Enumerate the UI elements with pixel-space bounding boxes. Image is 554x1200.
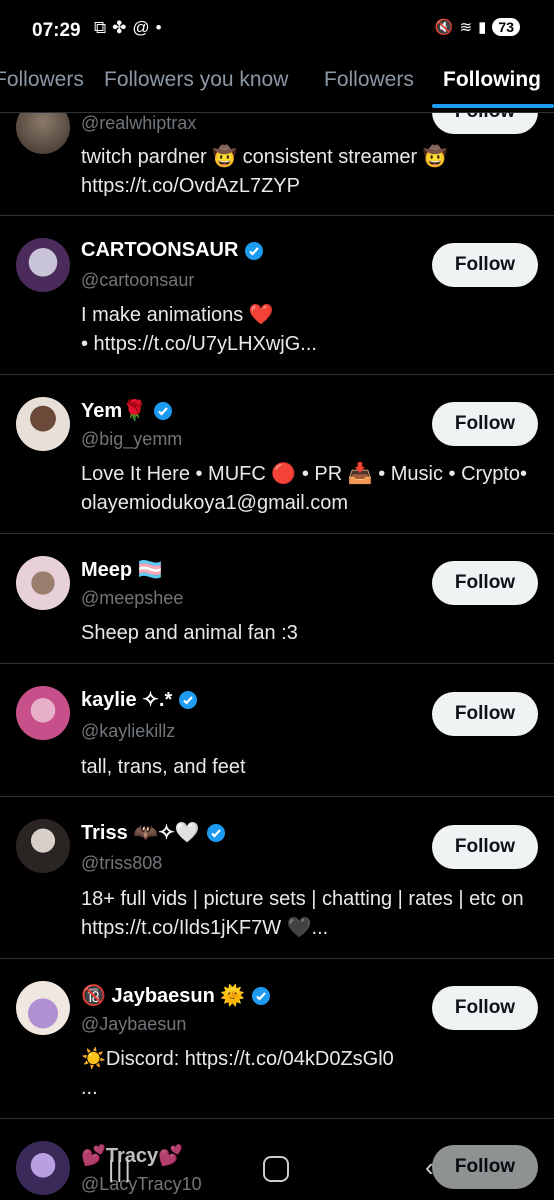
wifi-icon: ≋ (459, 19, 473, 36)
verified-badge-icon (179, 690, 198, 709)
system-icons: 🔇 ≋ ▮ 73 (435, 18, 520, 36)
user-bio-link[interactable]: • https://t.co/U7yLHXwjG... (81, 330, 541, 359)
user-row[interactable]: Yem🌹 @big_yemm Love It Here • MUFC 🔴 • P… (0, 375, 554, 534)
threads-icon: @ (132, 18, 150, 37)
battery-indicator: 73 (492, 18, 520, 36)
user-row[interactable]: Triss 🦇✧🤍 @triss808 18+ full vids | pict… (0, 797, 554, 959)
user-bio-link[interactable]: ☀️Discord: https://t.co/04kD0ZsGl0 (81, 1045, 541, 1074)
notification-icons: ⧉ ✤ @ • (94, 18, 162, 38)
dot-icon: • (155, 18, 162, 37)
user-name[interactable]: CARTOONSAUR (81, 239, 264, 262)
user-row[interactable]: CARTOONSAUR @cartoonsaur I make animatio… (0, 216, 554, 375)
tab-followers-you-know[interactable]: Followers you know (104, 68, 288, 92)
verified-badge-icon (154, 401, 173, 420)
tab-following[interactable]: Following (443, 68, 541, 92)
screenshot-icon: ⧉ (94, 18, 107, 37)
follow-button[interactable]: Follow (432, 692, 538, 736)
verified-badge-icon (206, 823, 225, 842)
user-bio: 18+ full vids | picture sets | chatting … (81, 888, 524, 939)
user-handle: @kayliekillz (81, 721, 176, 741)
verified-badge-icon (245, 241, 264, 260)
home-icon[interactable] (263, 1156, 289, 1182)
user-bio-ellipsis: ... (81, 1077, 98, 1099)
signal-icon: ▮ (478, 19, 487, 36)
user-name-text: CARTOONSAUR (81, 239, 239, 261)
back-icon[interactable]: ‹ (425, 1152, 434, 1183)
user-row[interactable]: 🔞 Jaybaesun 🌞 @Jaybaesun ☀️Discord: http… (0, 959, 554, 1119)
avatar[interactable] (16, 556, 70, 610)
user-name-text: 🔞 Jaybaesun 🌞 (81, 985, 246, 1007)
user-name-text: kaylie ✧.* (81, 689, 173, 711)
tab-followers[interactable]: Followers (324, 68, 414, 92)
user-name-text: Triss 🦇✧🤍 (81, 822, 200, 844)
avatar[interactable] (16, 981, 70, 1035)
avatar[interactable] (16, 238, 70, 292)
avatar[interactable] (16, 397, 70, 451)
status-bar: 07:29 ⧉ ✤ @ • 🔇 ≋ ▮ 73 (0, 0, 554, 60)
user-row[interactable]: Meep 🏳️‍⚧️ @meepshee Sheep and animal fa… (0, 534, 554, 664)
follow-button[interactable]: Follow (432, 986, 538, 1030)
user-name[interactable]: Meep 🏳️‍⚧️ (81, 557, 163, 582)
user-handle: @realwhiptrax (81, 113, 197, 133)
user-handle: @triss808 (81, 853, 163, 873)
avatar[interactable] (16, 686, 70, 740)
follow-button[interactable]: Follow (432, 825, 538, 869)
recent-apps-icon[interactable]: ||| (108, 1156, 133, 1184)
user-handle: @meepshee (81, 588, 184, 608)
tab-bar: Followers Followers you know Followers F… (0, 60, 554, 113)
user-bio: Sheep and animal fan :3 (81, 622, 298, 644)
user-bio: I make animations ❤️ • https://t.co/U7yL… (81, 301, 541, 359)
active-tab-indicator (432, 104, 554, 108)
user-name[interactable]: kaylie ✧.* (81, 687, 198, 712)
user-bio: ☀️Discord: https://t.co/04kD0ZsGl0 ... (81, 1045, 541, 1103)
user-name[interactable]: Yem🌹 (81, 398, 173, 423)
follow-button[interactable]: Follow (432, 243, 538, 287)
pinwheel-icon: ✤ (112, 18, 127, 37)
user-bio: Love It Here • MUFC 🔴 • PR 📥 • Music • C… (81, 463, 528, 514)
user-name[interactable]: Triss 🦇✧🤍 (81, 820, 226, 845)
user-bio-line: I make animations ❤️ (81, 304, 274, 326)
avatar[interactable] (16, 819, 70, 873)
user-name-text: Yem🌹 (81, 400, 148, 422)
user-bio: tall, trans, and feet (81, 756, 246, 778)
user-handle: @big_yemm (81, 429, 183, 449)
user-name[interactable]: 🔞 Jaybaesun 🌞 (81, 983, 271, 1008)
follow-button[interactable]: Follow (432, 561, 538, 605)
user-handle: @cartoonsaur (81, 270, 195, 290)
follow-button[interactable]: Follow (432, 402, 538, 446)
user-name-text: Meep 🏳️‍⚧️ (81, 559, 163, 581)
user-handle: @Jaybaesun (81, 1014, 187, 1034)
tab-verified-followers[interactable]: Followers (0, 68, 84, 92)
status-time: 07:29 (32, 20, 81, 41)
user-row[interactable]: kaylie ✧.* @kayliekillz tall, trans, and… (0, 664, 554, 797)
verified-badge-icon (252, 986, 271, 1005)
user-bio: twitch pardner 🤠 consistent streamer 🤠 h… (81, 146, 448, 197)
mute-icon: 🔇 (434, 19, 454, 36)
